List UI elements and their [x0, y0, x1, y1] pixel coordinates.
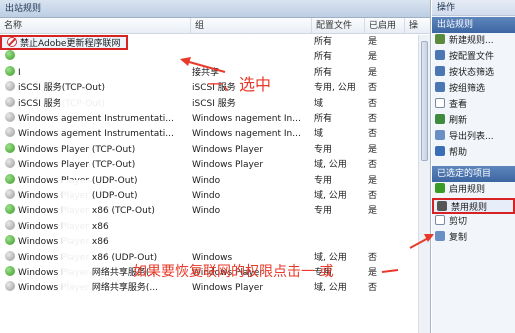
arrow-head — [424, 234, 434, 242]
annotation-layer — [180, 57, 434, 273]
annotation-select: 一、选中 — [207, 75, 272, 94]
annotation-restore: 如果要恢复联网的权限点击一 或 — [133, 264, 334, 280]
arrow-head — [180, 57, 191, 66]
underline-stroke — [381, 269, 399, 273]
